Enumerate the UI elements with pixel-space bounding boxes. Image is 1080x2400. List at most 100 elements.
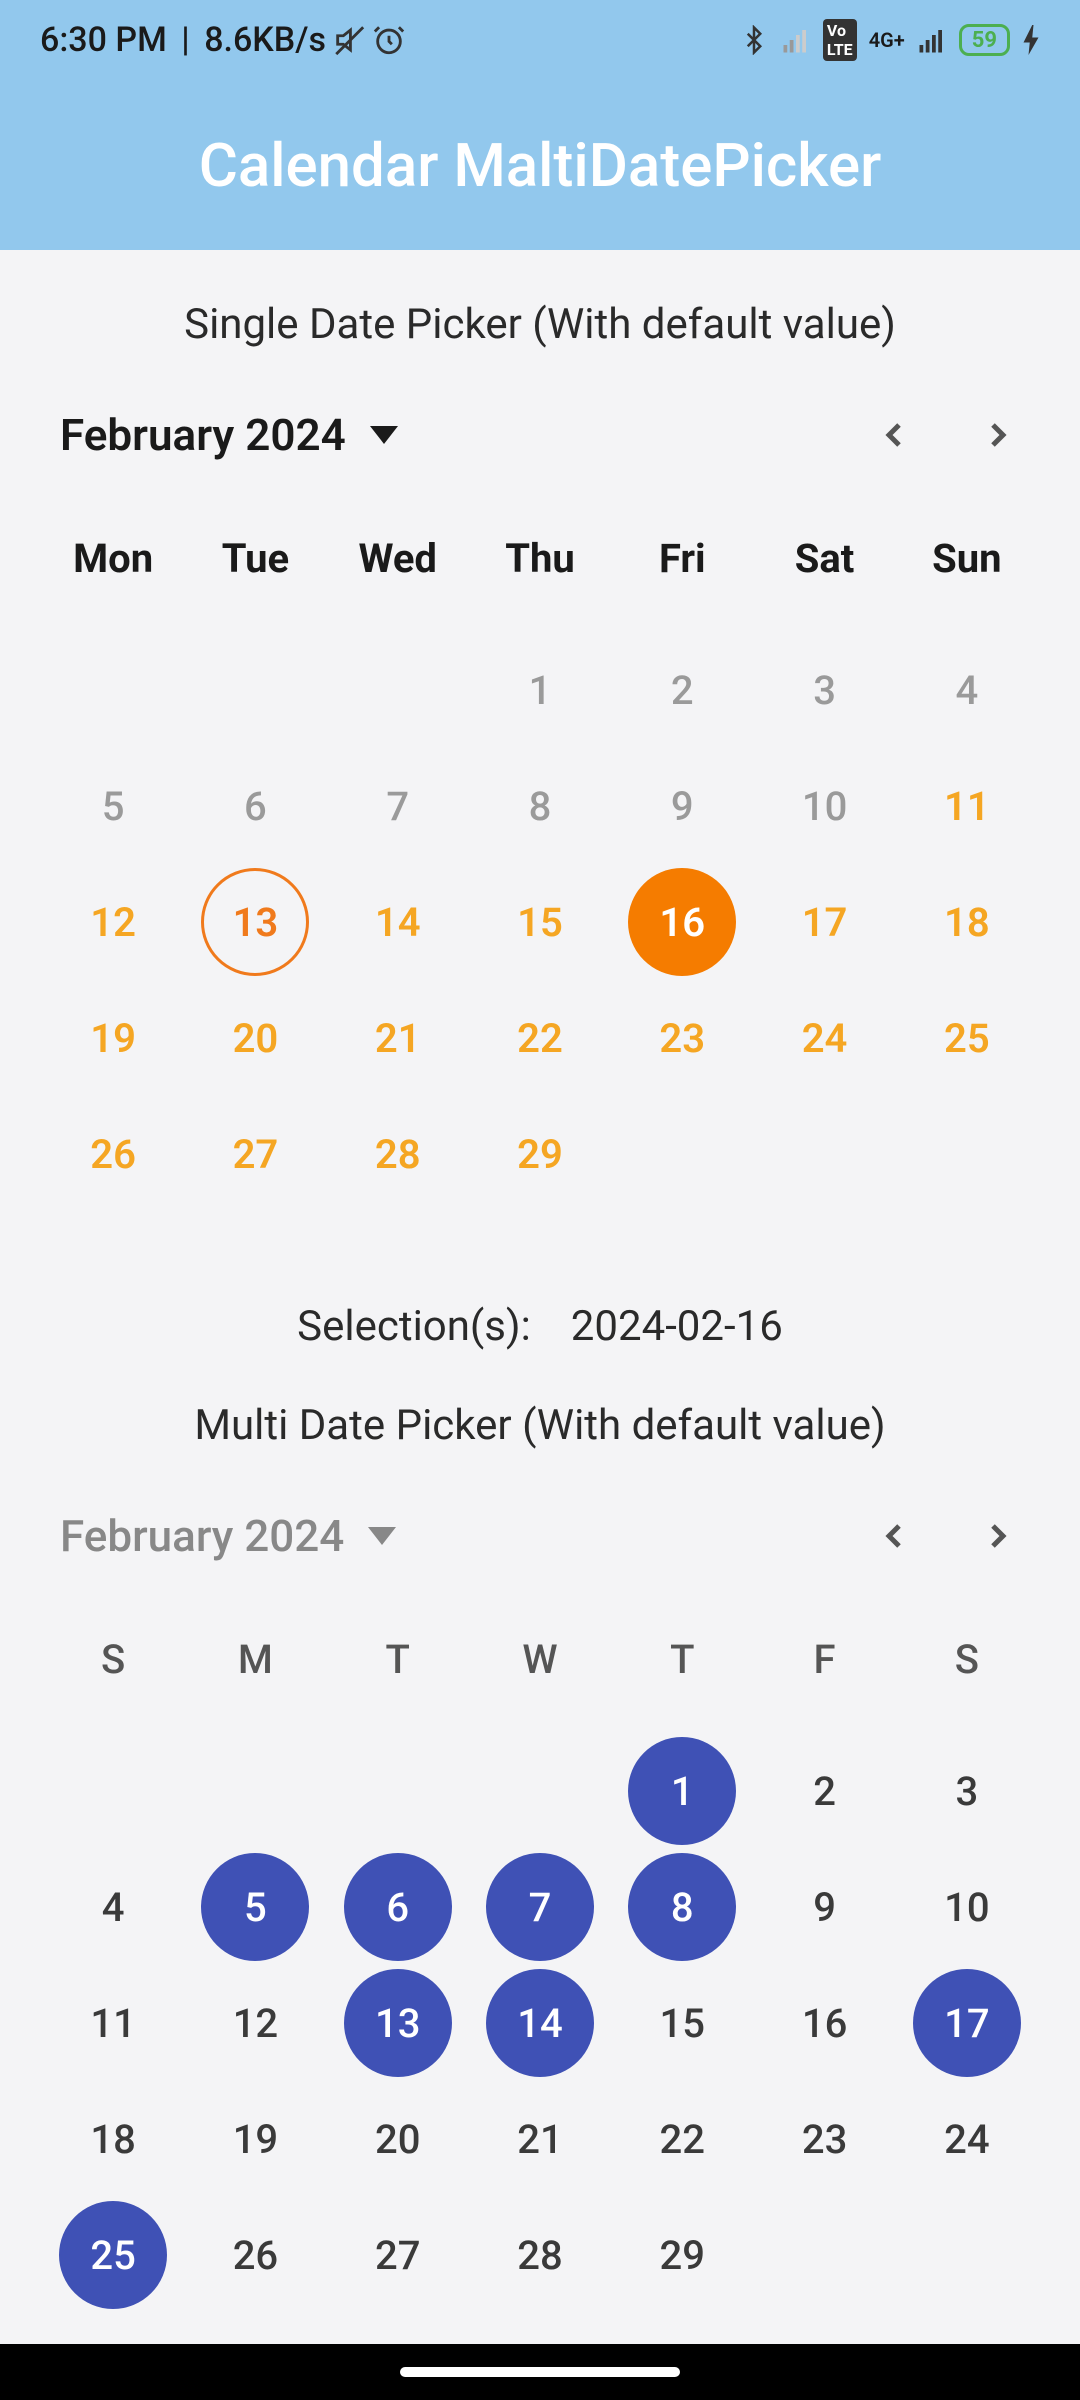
calendar-cell[interactable]: 1 <box>611 1733 753 1849</box>
calendar-cell[interactable]: 11 <box>896 748 1038 864</box>
calendar-cell[interactable]: 16 <box>611 864 753 980</box>
calendar-cell[interactable]: 19 <box>184 2081 326 2197</box>
signal-icon-2 <box>917 25 947 55</box>
calendar-cell[interactable]: 13 <box>184 864 326 980</box>
calendar-cell[interactable]: 6 <box>327 1849 469 1965</box>
calendar-cell[interactable]: 12 <box>184 1965 326 2081</box>
calendar-cell[interactable]: 7 <box>469 1849 611 1965</box>
calendar-cell[interactable]: 4 <box>896 632 1038 748</box>
day-number: 24 <box>913 2085 1021 2193</box>
calendar-cell[interactable]: 29 <box>611 2197 753 2313</box>
calendar-cell[interactable]: 6 <box>184 748 326 864</box>
multi-prev-button[interactable] <box>872 1514 916 1558</box>
calendar-cell[interactable]: 16 <box>753 1965 895 2081</box>
calendar-cell <box>896 1096 1038 1212</box>
calendar-cell <box>327 632 469 748</box>
day-number: 10 <box>913 1853 1021 1961</box>
gesture-bar[interactable] <box>0 2344 1080 2400</box>
single-next-button[interactable] <box>976 413 1020 457</box>
calendar-cell[interactable]: 18 <box>42 2081 184 2197</box>
day-of-week-header: W <box>469 1610 611 1733</box>
calendar-cell[interactable]: 15 <box>469 864 611 980</box>
day-number: 21 <box>486 2085 594 2193</box>
day-number: 19 <box>59 984 167 1092</box>
calendar-cell[interactable]: 22 <box>469 980 611 1096</box>
calendar-cell <box>469 1733 611 1849</box>
status-bar: 6:30 PM | 8.6KB/s VoLTE 4G+ 59 <box>0 0 1080 80</box>
calendar-cell[interactable]: 27 <box>327 2197 469 2313</box>
calendar-cell[interactable]: 21 <box>327 980 469 1096</box>
calendar-cell[interactable]: 26 <box>42 1096 184 1212</box>
calendar-cell[interactable]: 17 <box>753 864 895 980</box>
calendar-cell[interactable]: 14 <box>469 1965 611 2081</box>
calendar-cell[interactable]: 1 <box>469 632 611 748</box>
day-number: 25 <box>59 2201 167 2309</box>
network-type: 4G+ <box>869 28 905 52</box>
day-number: 28 <box>486 2201 594 2309</box>
day-number: 18 <box>59 2085 167 2193</box>
multi-next-button[interactable] <box>976 1514 1020 1558</box>
calendar-cell[interactable]: 11 <box>42 1965 184 2081</box>
day-number: 4 <box>913 636 1021 744</box>
calendar-cell[interactable]: 10 <box>896 1849 1038 1965</box>
calendar-cell <box>184 632 326 748</box>
calendar-cell[interactable]: 15 <box>611 1965 753 2081</box>
calendar-cell[interactable]: 23 <box>753 2081 895 2197</box>
single-month-selector[interactable]: February 2024 <box>60 409 398 461</box>
day-number: 11 <box>913 752 1021 860</box>
single-selection-line: Selection(s): 2024-02-16 <box>24 1302 1056 1351</box>
calendar-cell[interactable]: 5 <box>184 1849 326 1965</box>
calendar-cell[interactable]: 20 <box>327 2081 469 2197</box>
calendar-cell[interactable]: 20 <box>184 980 326 1096</box>
calendar-cell[interactable]: 8 <box>469 748 611 864</box>
multi-month-selector[interactable]: February 2024 <box>60 1510 396 1562</box>
calendar-cell[interactable]: 3 <box>896 1733 1038 1849</box>
calendar-cell[interactable]: 4 <box>42 1849 184 1965</box>
day-of-week-header: Fri <box>611 509 753 632</box>
multi-picker-title: Multi Date Picker (With default value) <box>24 1401 1056 1450</box>
calendar-cell[interactable]: 13 <box>327 1965 469 2081</box>
calendar-cell[interactable]: 14 <box>327 864 469 980</box>
calendar-cell[interactable]: 28 <box>469 2197 611 2313</box>
calendar-cell[interactable]: 24 <box>753 980 895 1096</box>
calendar-cell[interactable]: 19 <box>42 980 184 1096</box>
calendar-cell[interactable]: 22 <box>611 2081 753 2197</box>
day-number: 28 <box>344 1100 452 1208</box>
calendar-cell[interactable]: 24 <box>896 2081 1038 2197</box>
calendar-cell[interactable]: 23 <box>611 980 753 1096</box>
day-number: 13 <box>344 1969 452 2077</box>
day-of-week-header: F <box>753 1610 895 1733</box>
day-number: 22 <box>628 2085 736 2193</box>
calendar-cell[interactable]: 10 <box>753 748 895 864</box>
day-number: 12 <box>201 1969 309 2077</box>
single-prev-button[interactable] <box>872 413 916 457</box>
calendar-cell[interactable]: 5 <box>42 748 184 864</box>
calendar-cell[interactable]: 28 <box>327 1096 469 1212</box>
multi-calendar-dow: SMTWTFS <box>24 1610 1056 1733</box>
calendar-cell <box>42 632 184 748</box>
calendar-cell[interactable]: 2 <box>753 1733 895 1849</box>
calendar-cell[interactable]: 27 <box>184 1096 326 1212</box>
status-left: 6:30 PM | 8.6KB/s <box>40 20 406 60</box>
calendar-cell[interactable]: 25 <box>896 980 1038 1096</box>
calendar-cell[interactable]: 18 <box>896 864 1038 980</box>
calendar-cell[interactable]: 9 <box>611 748 753 864</box>
calendar-cell[interactable]: 8 <box>611 1849 753 1965</box>
volte-badge: VoLTE <box>823 19 857 61</box>
calendar-cell[interactable]: 7 <box>327 748 469 864</box>
calendar-cell[interactable]: 3 <box>753 632 895 748</box>
calendar-cell[interactable]: 12 <box>42 864 184 980</box>
calendar-cell[interactable]: 29 <box>469 1096 611 1212</box>
calendar-cell[interactable]: 17 <box>896 1965 1038 2081</box>
calendar-cell[interactable]: 9 <box>753 1849 895 1965</box>
single-calendar-grid: 1234567891011121314151617181920212223242… <box>24 632 1056 1212</box>
day-number: 20 <box>201 984 309 1092</box>
calendar-cell <box>184 1733 326 1849</box>
calendar-cell[interactable]: 25 <box>42 2197 184 2313</box>
signal-icon <box>781 25 811 55</box>
calendar-cell[interactable]: 2 <box>611 632 753 748</box>
day-number: 10 <box>771 752 879 860</box>
calendar-cell[interactable]: 26 <box>184 2197 326 2313</box>
calendar-cell[interactable]: 21 <box>469 2081 611 2197</box>
day-number: 15 <box>628 1969 736 2077</box>
